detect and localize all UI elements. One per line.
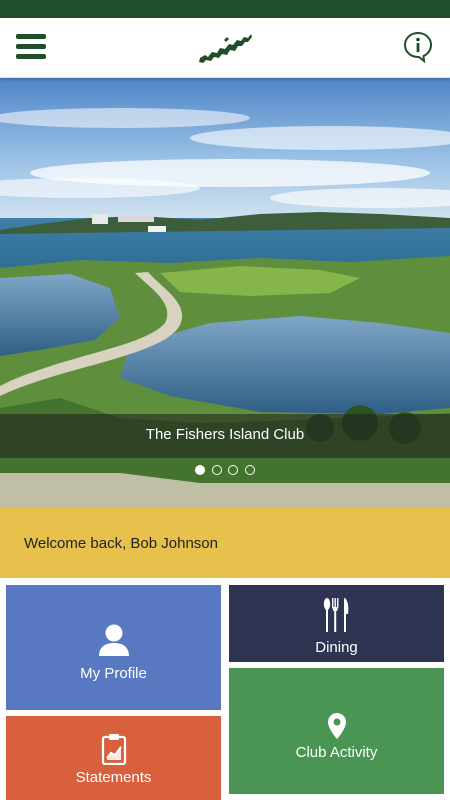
- dining-tile[interactable]: Dining: [229, 585, 444, 662]
- statements-tile[interactable]: Statements: [6, 716, 221, 800]
- welcome-message: Welcome back, Bob Johnson: [24, 535, 218, 552]
- club-activity-label: Club Activity: [295, 744, 378, 761]
- hero-caption-bar: The Fishers Island Club: [0, 414, 450, 458]
- status-bar: [0, 0, 450, 18]
- hero-carousel[interactable]: The Fishers Island Club: [0, 78, 450, 508]
- carousel-dot-4[interactable]: [244, 465, 255, 475]
- clipboard-chart-icon: [101, 734, 126, 765]
- carousel-dot-2[interactable]: [211, 465, 222, 475]
- welcome-banner: Welcome back, Bob Johnson: [0, 508, 450, 578]
- info-icon[interactable]: [402, 30, 434, 64]
- statements-label: Statements: [75, 769, 152, 786]
- carousel-dot-1[interactable]: [195, 465, 206, 475]
- island-logo-icon: [199, 34, 252, 63]
- app-header: [0, 18, 450, 78]
- location-pin-icon: [327, 713, 346, 739]
- carousel-dots: [0, 462, 450, 480]
- club-activity-tile[interactable]: Club Activity: [229, 668, 444, 794]
- my-profile-label: My Profile: [80, 665, 147, 682]
- hero-caption: The Fishers Island Club: [145, 426, 305, 443]
- user-icon: [98, 624, 129, 656]
- my-profile-tile[interactable]: My Profile: [6, 585, 221, 710]
- fork-knife-icon: [323, 598, 348, 632]
- carousel-dot-3[interactable]: [228, 465, 239, 475]
- hamburger-menu-icon[interactable]: [16, 34, 46, 62]
- dining-label: Dining: [315, 639, 358, 656]
